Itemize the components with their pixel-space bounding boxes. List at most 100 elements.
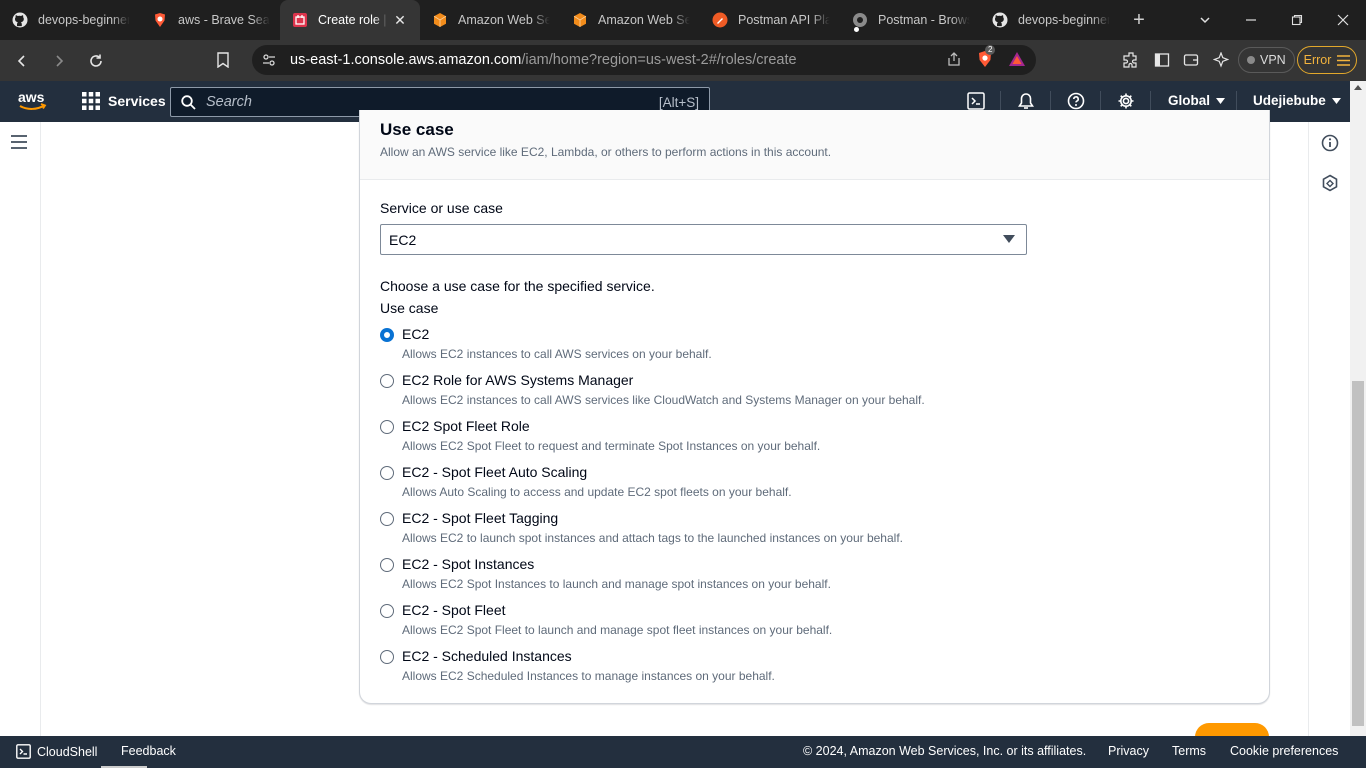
hamburger-menu-icon[interactable] [11,135,27,154]
use-case-option[interactable]: EC2 - Spot Fleet Allows EC2 Spot Fleet t… [380,602,1240,642]
option-label[interactable]: EC2 Role for AWS Systems Manager [402,372,633,388]
back-icon[interactable] [7,46,37,76]
forward-icon[interactable] [44,46,74,76]
address-url: us-east-1.console.aws.amazon.com/iam/hom… [290,52,797,68]
scrollbar-thumb[interactable] [1352,381,1364,726]
tab-search-chevron-icon[interactable] [1182,0,1228,40]
brave-rewards-icon[interactable] [1008,51,1026,72]
aws-logo-icon[interactable]: aws [17,89,49,118]
radio-button[interactable] [380,420,394,434]
restore-icon[interactable] [1274,0,1320,40]
site-settings-icon[interactable] [262,53,276,67]
feedback-link[interactable]: Feedback [121,744,176,758]
option-label[interactable]: EC2 Spot Fleet Role [402,418,530,434]
cloudshell-footer-button[interactable]: CloudShell [16,744,97,759]
wallet-icon[interactable] [1183,52,1199,73]
cloudshell-icon[interactable] [966,91,986,111]
postman-gray-icon [852,12,868,28]
github-icon [992,12,1008,28]
use-case-option[interactable]: EC2 Role for AWS Systems Manager Allows … [380,372,1240,412]
services-menu-button[interactable]: Services [82,92,166,110]
option-label[interactable]: EC2 - Spot Instances [402,556,534,572]
browser-tab-active[interactable]: Create role | IAM ✕ [280,0,420,40]
region-selector[interactable]: Global [1168,93,1226,108]
cookie-preferences-link[interactable]: Cookie preferences [1230,744,1338,758]
settings-gear-icon[interactable] [1116,91,1136,111]
nav-divider [1100,91,1101,112]
terms-link[interactable]: Terms [1172,744,1206,758]
browser-tab[interactable]: Amazon Web Services [560,0,700,40]
leo-ai-icon[interactable] [1212,51,1230,73]
sidebar-toggle-icon[interactable] [1154,52,1170,73]
tab-title: Amazon Web Services [598,13,690,27]
menu-icon [1337,54,1351,66]
caret-down-icon [1331,97,1341,104]
use-case-option[interactable]: EC2 - Spot Fleet Auto Scaling Allows Aut… [380,464,1240,504]
radio-button[interactable] [380,466,394,480]
option-description: Allows EC2 Spot Instances to launch and … [402,577,831,591]
radio-button[interactable] [380,512,394,526]
aws-cube-icon [432,12,448,28]
close-icon[interactable]: ✕ [392,12,408,28]
window-close-icon[interactable] [1320,0,1366,40]
use-case-group-label: Use case [380,300,439,316]
postman-icon [712,12,728,28]
tab-title: Amazon Web Services [458,13,550,27]
minimize-icon[interactable] [1228,0,1274,40]
page-scrollbar[interactable] [1350,81,1366,736]
radio-button-selected[interactable] [380,328,394,342]
brave-shields-icon[interactable]: 2 [976,45,996,73]
browser-tab[interactable]: devops-beginner [980,0,1120,40]
extensions-icon[interactable] [1123,52,1139,73]
scroll-up-arrow-icon[interactable] [1354,85,1362,90]
tab-title: Postman API Platform [738,13,830,27]
browser-tab[interactable]: Amazon Web Services [420,0,560,40]
vpn-button[interactable]: VPN [1238,47,1295,73]
region-label: Global [1168,93,1211,108]
radio-button[interactable] [380,650,394,664]
option-label[interactable]: EC2 - Scheduled Instances [402,648,572,664]
service-select[interactable]: EC2 [380,224,1027,255]
nav-divider [1050,91,1051,112]
share-icon[interactable] [946,51,962,72]
option-label[interactable]: EC2 - Spot Fleet [402,602,506,618]
browser-tab[interactable]: Postman API Platform [700,0,840,40]
browser-tab[interactable]: Postman - Browser [840,0,980,40]
option-label[interactable]: EC2 - Spot Fleet Tagging [402,510,558,526]
tab-loading-dot [854,27,859,32]
use-case-option[interactable]: EC2 Allows EC2 instances to call AWS ser… [380,326,1240,366]
shield-hexagon-icon[interactable] [1321,174,1339,192]
privacy-link[interactable]: Privacy [1108,744,1149,758]
use-case-option[interactable]: EC2 - Spot Instances Allows EC2 Spot Ins… [380,556,1240,596]
error-label: Error [1303,53,1332,67]
browser-tab[interactable]: aws - Brave Search [140,0,280,40]
option-label[interactable]: EC2 - Spot Fleet Auto Scaling [402,464,587,480]
radio-button[interactable] [380,604,394,618]
error-menu-button[interactable]: Error [1297,46,1357,74]
github-icon [12,12,28,28]
radio-button[interactable] [380,374,394,388]
info-icon[interactable] [1321,134,1339,152]
use-case-option[interactable]: EC2 Spot Fleet Role Allows EC2 Spot Flee… [380,418,1240,458]
browser-tab[interactable]: devops-beginner [0,0,140,40]
bookmark-icon[interactable] [208,45,238,75]
option-description: Allows EC2 to launch spot instances and … [402,531,903,545]
search-placeholder: Search [206,94,252,110]
copyright-text: © 2024, Amazon Web Services, Inc. or its… [803,744,1087,758]
panel-description: Allow an AWS service like EC2, Lambda, o… [380,145,832,159]
reload-icon[interactable] [81,46,111,76]
account-menu[interactable]: Udejiebube [1253,93,1341,108]
radio-button[interactable] [380,558,394,572]
side-navigation-rail [0,122,41,736]
address-bar[interactable]: us-east-1.console.aws.amazon.com/iam/hom… [252,45,1036,75]
use-case-instructions: Choose a use case for the specified serv… [380,278,655,294]
use-case-option[interactable]: EC2 - Scheduled Instances Allows EC2 Sch… [380,648,1240,688]
use-case-option[interactable]: EC2 - Spot Fleet Tagging Allows EC2 to l… [380,510,1240,550]
brave-search-icon [152,12,168,28]
new-tab-button[interactable]: + [1124,5,1154,35]
notifications-bell-icon[interactable] [1016,91,1036,111]
nav-divider [1150,91,1151,112]
service-field-label: Service or use case [380,200,503,216]
help-icon[interactable] [1066,91,1086,111]
option-label[interactable]: EC2 [402,326,429,342]
